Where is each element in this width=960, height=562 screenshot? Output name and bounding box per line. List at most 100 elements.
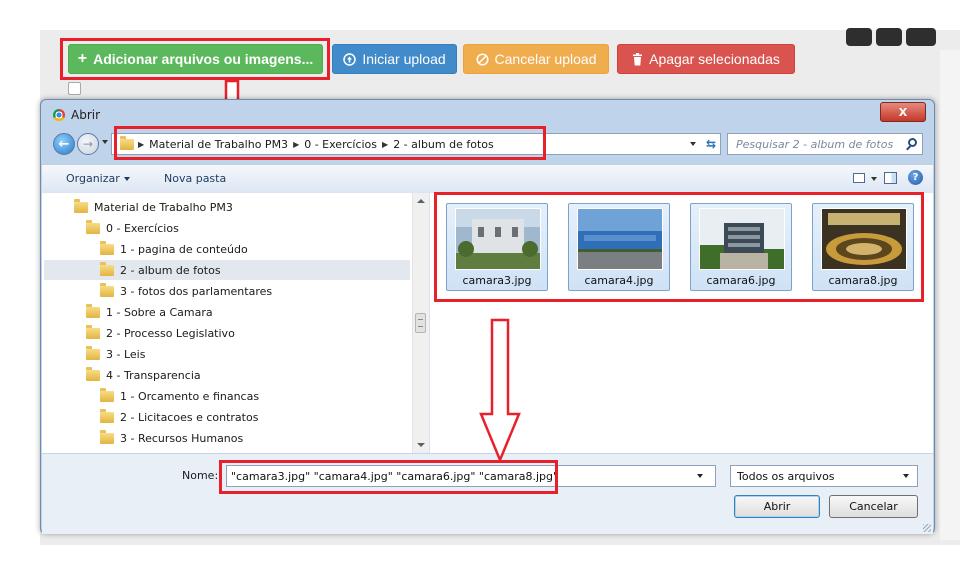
open-button[interactable]: Abrir	[734, 495, 820, 518]
address-bar: ← → ▶ Material de Trabalho PM3 ▶ 0 - Exe…	[47, 132, 927, 158]
tree-item-label: 3 - fotos dos parlamentares	[120, 284, 273, 298]
folder-icon	[74, 198, 88, 213]
add-files-button[interactable]: + Adicionar arquivos ou imagens...	[68, 44, 323, 74]
upload-circle-icon	[343, 52, 357, 66]
scroll-up-icon[interactable]	[417, 199, 425, 203]
tree-item-label: 3 - Leis	[106, 347, 146, 361]
file-item[interactable]: camara6.jpg	[690, 203, 792, 291]
linkedin-icon[interactable]	[906, 28, 936, 46]
help-icon[interactable]: ?	[908, 170, 923, 185]
open-file-dialog: Abrir X ← → ▶ Material de Trabalho PM3 ▶…	[40, 99, 935, 534]
cancel-upload-label: Cancelar upload	[494, 51, 597, 67]
chevron-down-icon[interactable]	[871, 177, 877, 181]
chevron-down-icon[interactable]	[690, 142, 696, 146]
forward-icon[interactable]: →	[77, 133, 99, 155]
folder-icon	[86, 324, 100, 339]
tree-item-label: 1 - Sobre a Camara	[106, 305, 213, 319]
folder-icon	[86, 366, 100, 381]
breadcrumb-item[interactable]: Material de Trabalho PM3	[149, 138, 288, 151]
chrome-icon	[53, 109, 65, 121]
search-placeholder: Pesquisar 2 - album de fotos	[736, 138, 894, 151]
new-folder-button[interactable]: Nova pasta	[164, 172, 226, 185]
folder-icon	[120, 136, 134, 151]
tree-item[interactable]: 4 - Transparencia	[86, 365, 201, 385]
delete-selected-button[interactable]: Apagar selecionadas	[617, 44, 795, 74]
tree-item-label: 2 - Processo Legislativo	[106, 326, 235, 340]
breadcrumb-item[interactable]: 0 - Exercícios	[304, 138, 377, 151]
bottom-margin	[0, 545, 960, 562]
cancel-button[interactable]: Cancelar	[829, 495, 918, 518]
search-input[interactable]: Pesquisar 2 - album de fotos	[727, 133, 923, 155]
search-icon[interactable]	[908, 138, 917, 147]
history-dropdown-icon[interactable]	[102, 140, 108, 144]
cancel-upload-button[interactable]: Cancelar upload	[463, 44, 609, 74]
image-thumbnail	[455, 208, 541, 270]
chevron-right-icon: ▶	[138, 140, 145, 149]
image-thumbnail	[577, 208, 663, 270]
resize-grip[interactable]	[923, 524, 931, 532]
tree-item-label: 1 - Orcamento e financas	[120, 389, 260, 403]
twitter-icon[interactable]	[876, 28, 902, 46]
dialog-titlebar[interactable]: Abrir X	[41, 100, 934, 130]
file-type-select[interactable]: Todos os arquivos	[730, 465, 918, 487]
refresh-icon[interactable]: ⇆	[706, 137, 716, 151]
folder-icon	[100, 429, 114, 444]
ban-icon	[475, 52, 489, 66]
file-list: camara3.jpg camara4.jpg camara6.jpg cama…	[430, 193, 933, 453]
tree-item-label: 2 - Licitacoes e contratos	[120, 410, 259, 424]
tree-item-label: 4 - Transparencia	[106, 368, 201, 382]
plus-icon: +	[77, 50, 88, 67]
folder-icon	[100, 387, 114, 402]
close-icon[interactable]: X	[880, 102, 926, 122]
file-name: camara6.jpg	[706, 274, 776, 287]
image-thumbnail	[699, 208, 785, 270]
breadcrumb[interactable]: ▶ Material de Trabalho PM3 ▶ 0 - Exercíc…	[111, 133, 721, 155]
chevron-down-icon	[123, 177, 130, 181]
breadcrumb-item[interactable]: 2 - album de fotos	[393, 138, 494, 151]
tree-item[interactable]: 3 - Leis	[86, 344, 145, 364]
scroll-thumb[interactable]	[415, 313, 426, 333]
folder-icon	[86, 345, 100, 360]
tree-item-label: 3 - Recursos Humanos	[120, 431, 244, 445]
scroll-down-icon[interactable]	[417, 443, 425, 447]
folder-icon	[100, 261, 114, 276]
tree-item[interactable]: Material de Trabalho PM3	[74, 197, 233, 217]
file-name-value: "camara3.jpg" "camara4.jpg" "camara6.jpg…	[231, 470, 559, 483]
tree-item[interactable]: 3 - Recursos Humanos	[100, 428, 243, 448]
start-upload-button[interactable]: Iniciar upload	[332, 44, 457, 74]
preview-pane-icon[interactable]	[884, 172, 897, 184]
tree-scrollbar[interactable]	[412, 193, 429, 453]
tree-item[interactable]: 2 - Licitacoes e contratos	[100, 407, 258, 427]
delete-selected-label: Apagar selecionadas	[649, 51, 780, 67]
top-margin	[0, 0, 960, 30]
file-name: camara8.jpg	[828, 274, 898, 287]
folder-icon	[86, 219, 100, 234]
file-item[interactable]: camara3.jpg	[446, 203, 548, 291]
file-item[interactable]: camara4.jpg	[568, 203, 670, 291]
select-all-checkbox[interactable]	[68, 82, 81, 95]
tree-item-label: Material de Trabalho PM3	[94, 200, 233, 214]
tree-item-label: 0 - Exercícios	[106, 221, 179, 235]
tree-item[interactable]: 0 - Exercícios	[86, 218, 179, 238]
file-name-input[interactable]: "camara3.jpg" "camara4.jpg" "camara6.jpg…	[226, 465, 716, 487]
tree-item[interactable]: 1 - pagina de conteúdo	[100, 239, 248, 259]
chevron-down-icon	[903, 474, 909, 478]
tree-item[interactable]: 1 - Orcamento e financas	[100, 386, 259, 406]
left-margin	[0, 0, 40, 562]
tree-item[interactable]: 3 - fotos dos parlamentares	[100, 281, 272, 301]
organize-button[interactable]: Organizar	[66, 172, 130, 185]
tree-item[interactable]: 1 - Sobre a Camara	[86, 302, 213, 322]
view-options-icon[interactable]	[853, 173, 865, 183]
trash-icon	[633, 52, 643, 65]
dialog-toolbar: Organizar Nova pasta ?	[42, 164, 933, 194]
file-name-label: Nome:	[182, 469, 219, 482]
chevron-right-icon: ▶	[382, 140, 389, 149]
chevron-down-icon[interactable]	[697, 474, 703, 478]
facebook-icon[interactable]	[846, 28, 872, 46]
file-type-value: Todos os arquivos	[737, 470, 835, 483]
tree-item-selected[interactable]: 2 - album de fotos	[44, 260, 410, 280]
tree-item[interactable]: 2 - Processo Legislativo	[86, 323, 235, 343]
file-item[interactable]: camara8.jpg	[812, 203, 914, 291]
add-files-label: Adicionar arquivos ou imagens...	[93, 51, 314, 67]
back-icon[interactable]: ←	[53, 133, 75, 155]
